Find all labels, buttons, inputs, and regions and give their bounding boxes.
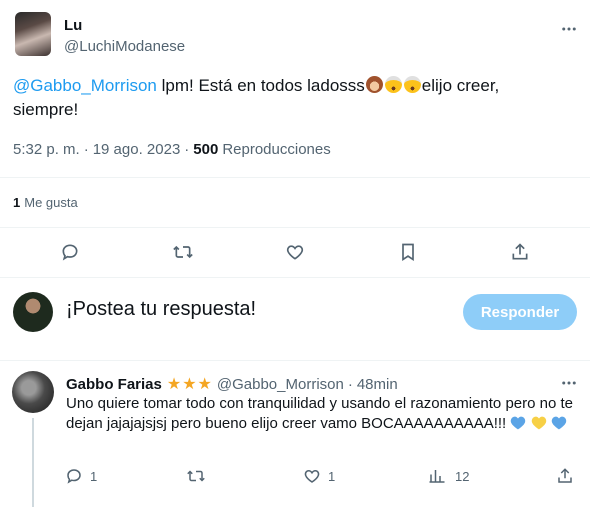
bookmark-icon xyxy=(399,242,417,262)
more-options-button[interactable] xyxy=(552,12,586,46)
divider xyxy=(0,277,590,278)
bookmark-button[interactable] xyxy=(391,235,425,269)
thread-line xyxy=(32,418,34,507)
tweet-text-part-1: lpm! Está en todos ladosss xyxy=(156,76,365,95)
reply-retweet-button[interactable] xyxy=(182,462,210,490)
views-count: 500 xyxy=(193,141,219,158)
blue-heart-emoji xyxy=(551,416,567,430)
heart-icon xyxy=(285,242,305,262)
like-count: 1 xyxy=(328,468,336,484)
more-icon xyxy=(560,374,578,392)
tweet-text: @Gabbo_Morrison lpm! Está en todos lados… xyxy=(13,74,573,122)
retweet-button[interactable] xyxy=(166,235,200,269)
tweet-meta: 5:32 p. m. · 19 ago. 2023 · 500 Reproduc… xyxy=(13,141,331,158)
reply-reply-button[interactable]: 1 xyxy=(60,462,97,490)
reply-author-avatar[interactable] xyxy=(12,371,54,413)
tweet-date[interactable]: 19 ago. 2023 xyxy=(93,141,181,158)
reply-text-block: Uno quiere tomar todo con tranquilidad y… xyxy=(66,394,581,434)
yellow-heart-emoji xyxy=(531,416,547,430)
reply-like-button[interactable]: 1 xyxy=(298,462,335,490)
reply-views-button[interactable]: 12 xyxy=(423,462,469,490)
like-button[interactable] xyxy=(278,235,312,269)
reply-author-handle[interactable]: @Gabbo_Morrison xyxy=(217,376,344,393)
author-handle[interactable]: @LuchiModanese xyxy=(64,38,185,55)
retweet-icon xyxy=(172,242,194,262)
comment-icon xyxy=(60,462,88,490)
share-icon xyxy=(510,242,530,262)
views-label: Reproducciones xyxy=(222,141,331,158)
retweet-icon xyxy=(182,462,210,490)
reply-time[interactable]: 48min xyxy=(357,376,398,393)
heart-icon xyxy=(298,462,326,490)
tweet-text-part-2: elijo creer, xyxy=(421,76,500,95)
reply-share-button[interactable] xyxy=(551,462,579,490)
see-no-evil-monkey-emoji xyxy=(365,76,383,93)
divider xyxy=(0,360,590,361)
analytics-icon xyxy=(423,462,451,490)
divider xyxy=(0,177,590,178)
current-user-avatar[interactable] xyxy=(13,292,53,332)
tweet-time[interactable]: 5:32 p. m. xyxy=(13,141,80,158)
view-count: 12 xyxy=(455,468,470,484)
respond-button[interactable]: Responder xyxy=(463,294,577,330)
reply-button[interactable] xyxy=(53,235,87,269)
tweet-text-part-3: siempre! xyxy=(13,100,79,119)
more-icon xyxy=(560,20,578,38)
exploding-head-emoji xyxy=(403,76,421,93)
exploding-head-emoji xyxy=(384,76,402,93)
reply-input[interactable]: ¡Postea tu respuesta! xyxy=(66,298,256,321)
author-name[interactable]: Lu xyxy=(64,17,82,34)
share-button[interactable] xyxy=(503,235,537,269)
divider xyxy=(0,227,590,228)
reply-count: 1 xyxy=(90,468,98,484)
mention-link[interactable]: @Gabbo_Morrison xyxy=(13,76,157,95)
likes-label: Me gusta xyxy=(24,195,78,210)
star-badges: ★★★ xyxy=(166,376,213,393)
reply-header: Gabbo Farias ★★★ @Gabbo_Morrison · 48min xyxy=(66,374,398,394)
meta-separator: · xyxy=(83,141,89,158)
likes-count: 1 xyxy=(13,195,21,210)
comment-icon xyxy=(60,242,80,262)
likes-summary[interactable]: 1 Me gusta xyxy=(13,195,78,210)
meta-separator: · xyxy=(184,141,190,158)
reply-author-name[interactable]: Gabbo Farias xyxy=(66,376,162,393)
blue-heart-emoji xyxy=(510,416,526,430)
meta-separator: · xyxy=(347,375,353,393)
share-icon xyxy=(551,462,579,490)
reply-text: Uno quiere tomar todo con tranquilidad y… xyxy=(66,395,573,432)
author-avatar[interactable] xyxy=(15,12,51,56)
